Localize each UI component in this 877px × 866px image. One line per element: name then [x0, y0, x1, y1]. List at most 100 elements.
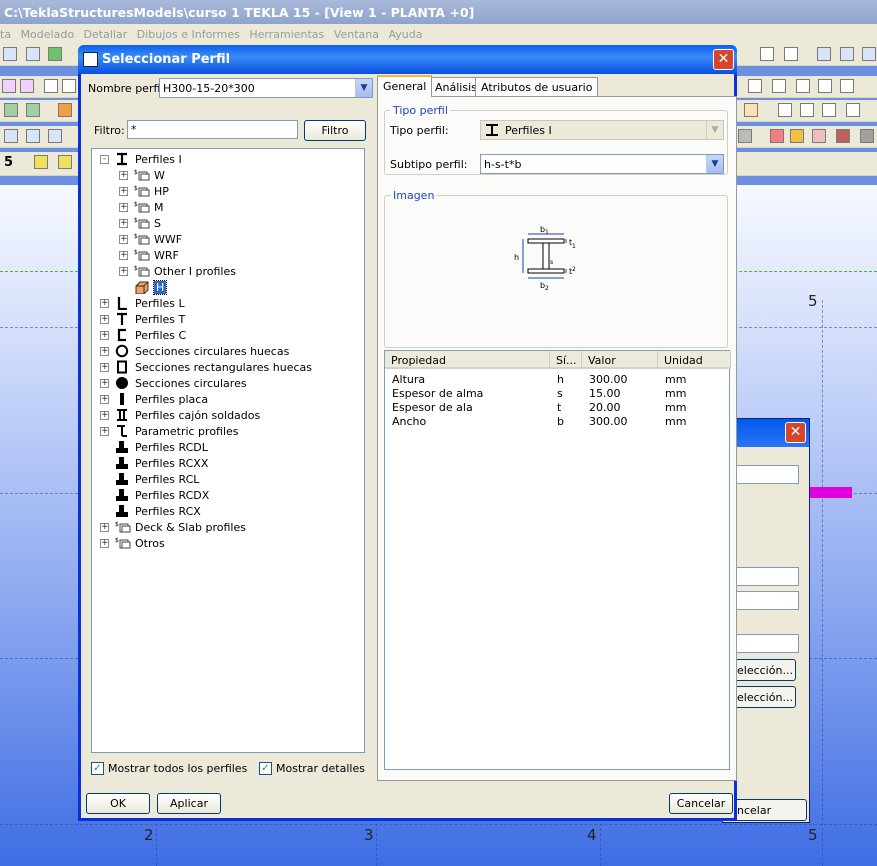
toolbar-five[interactable]: 5: [4, 155, 13, 170]
chevron-down-icon[interactable]: ▼: [706, 155, 723, 173]
toolbar-icon[interactable]: [26, 47, 40, 61]
snap-icon[interactable]: [772, 79, 786, 93]
show-details-label: Mostrar detalles: [276, 762, 365, 775]
snap-icon[interactable]: [20, 79, 34, 93]
expand-icon[interactable]: +: [119, 203, 128, 212]
bg-field[interactable]: [735, 634, 799, 653]
cancel-button[interactable]: Cancelar: [669, 793, 733, 814]
tree-node-label: Perfiles placa: [135, 393, 209, 406]
profile-tree[interactable]: - Perfiles I + $ W + $ HP + $ M + $ S + $ WWF + $ WRF + $ Othe…: [91, 148, 365, 753]
toolbar-icon[interactable]: [3, 47, 17, 61]
toolbar-icon[interactable]: [790, 129, 804, 143]
expand-icon[interactable]: +: [100, 331, 109, 340]
chevron-down-icon[interactable]: ▼: [355, 79, 372, 97]
zoom-icon[interactable]: [784, 47, 798, 61]
expand-icon[interactable]: +: [100, 539, 109, 548]
subtipo-perfil-combo[interactable]: h-s-t*b ▼: [480, 154, 724, 174]
show-all-checkbox[interactable]: ✓: [91, 762, 104, 775]
expand-icon[interactable]: +: [100, 395, 109, 404]
i-beam-icon[interactable]: [58, 155, 72, 169]
toolbar-icon[interactable]: [800, 103, 814, 117]
filter-button[interactable]: Filtro: [304, 120, 366, 141]
zoom-icon[interactable]: [760, 47, 774, 61]
expand-icon[interactable]: +: [100, 427, 109, 436]
tab-atributos[interactable]: Atributos de usuario: [475, 77, 599, 96]
toolbar-icon[interactable]: [26, 103, 40, 117]
close-icon[interactable]: ✕: [713, 49, 734, 70]
expand-icon[interactable]: +: [119, 187, 128, 196]
expand-icon[interactable]: +: [100, 299, 109, 308]
window-icon[interactable]: [840, 47, 854, 61]
menu-archivo[interactable]: ta: [0, 28, 11, 41]
rc-icon: [115, 488, 129, 502]
toolbar-icon[interactable]: [738, 129, 752, 143]
menu-herramientas[interactable]: Herramientas: [249, 28, 324, 41]
toolbar-icon[interactable]: [48, 47, 62, 61]
i-beam-icon[interactable]: [34, 155, 48, 169]
snap-icon[interactable]: [62, 79, 76, 93]
toolbar-icon[interactable]: [860, 129, 874, 143]
toolbar-icon[interactable]: [4, 129, 18, 143]
menu-dibujos[interactable]: Dibujos e Informes: [137, 28, 240, 41]
collapse-icon[interactable]: -: [100, 155, 109, 164]
bg-field[interactable]: [735, 591, 799, 610]
col-simbolo[interactable]: Sí...: [550, 351, 582, 369]
menu-ayuda[interactable]: Ayuda: [388, 28, 422, 41]
snap-icon[interactable]: [2, 79, 16, 93]
toolbar-icon[interactable]: [744, 103, 758, 117]
snap-icon[interactable]: [818, 79, 832, 93]
toolbar-icon[interactable]: [26, 129, 40, 143]
toolbar-icon[interactable]: [846, 103, 860, 117]
toolbar-icon[interactable]: [48, 129, 62, 143]
apply-button[interactable]: Aplicar: [157, 793, 221, 814]
menu-detallar[interactable]: Detallar: [84, 28, 128, 41]
menu-ventana[interactable]: Ventana: [334, 28, 379, 41]
selected-beam[interactable]: [810, 487, 852, 498]
expand-icon[interactable]: +: [119, 251, 128, 260]
expand-icon[interactable]: +: [100, 379, 109, 388]
prop-unit: mm: [665, 401, 687, 414]
toolbar-icon[interactable]: [812, 129, 826, 143]
expand-icon[interactable]: +: [100, 347, 109, 356]
snap-icon[interactable]: [44, 79, 58, 93]
bg-select-button[interactable]: elección...: [733, 659, 796, 681]
expand-icon[interactable]: +: [100, 411, 109, 420]
show-details-checkbox[interactable]: ✓: [259, 762, 272, 775]
window-icon[interactable]: [817, 47, 831, 61]
bg-field[interactable]: [735, 465, 799, 484]
toolbar-icon[interactable]: [4, 103, 18, 117]
tree-node-label: Secciones circulares huecas: [135, 345, 290, 358]
l-angle-icon: [115, 296, 129, 311]
menu-modelado[interactable]: Modelado: [21, 28, 74, 41]
snap-icon[interactable]: [796, 79, 810, 93]
bg-select-button[interactable]: elección...: [733, 686, 796, 708]
toolbar-icon[interactable]: [836, 129, 850, 143]
snap-icon[interactable]: [840, 79, 854, 93]
close-icon[interactable]: ✕: [785, 422, 806, 443]
grid-label: 2: [144, 826, 154, 844]
properties-list[interactable]: Propiedad Sí... Valor Unidad Altura h 300.…: [384, 350, 731, 770]
expand-icon[interactable]: +: [100, 315, 109, 324]
col-valor[interactable]: Valor: [582, 351, 658, 369]
toolbar-icon[interactable]: [770, 129, 784, 143]
ok-button[interactable]: OK: [86, 793, 150, 814]
bg-cancel-button[interactable]: ncelar: [733, 799, 807, 821]
col-propiedad[interactable]: Propiedad: [385, 351, 550, 369]
toolbar-icon[interactable]: [58, 103, 72, 117]
expand-icon[interactable]: +: [100, 363, 109, 372]
profile-name-combo[interactable]: H300-15-20*300 ▼: [159, 78, 373, 98]
expand-icon[interactable]: +: [119, 235, 128, 244]
expand-icon[interactable]: +: [119, 267, 128, 276]
toolbar-icon[interactable]: [822, 103, 836, 117]
bg-field[interactable]: [735, 567, 799, 586]
expand-icon[interactable]: +: [100, 523, 109, 532]
arrow-down-icon[interactable]: [778, 103, 792, 117]
tab-general[interactable]: General: [377, 75, 433, 97]
expand-icon[interactable]: +: [119, 171, 128, 180]
filter-input[interactable]: *: [127, 120, 298, 139]
expand-icon[interactable]: +: [119, 219, 128, 228]
col-unidad[interactable]: Unidad: [658, 351, 731, 369]
snap-icon[interactable]: [748, 79, 762, 93]
window-icon[interactable]: [862, 47, 876, 61]
tipo-perfil-combo[interactable]: Perfiles I ▼: [480, 120, 724, 140]
